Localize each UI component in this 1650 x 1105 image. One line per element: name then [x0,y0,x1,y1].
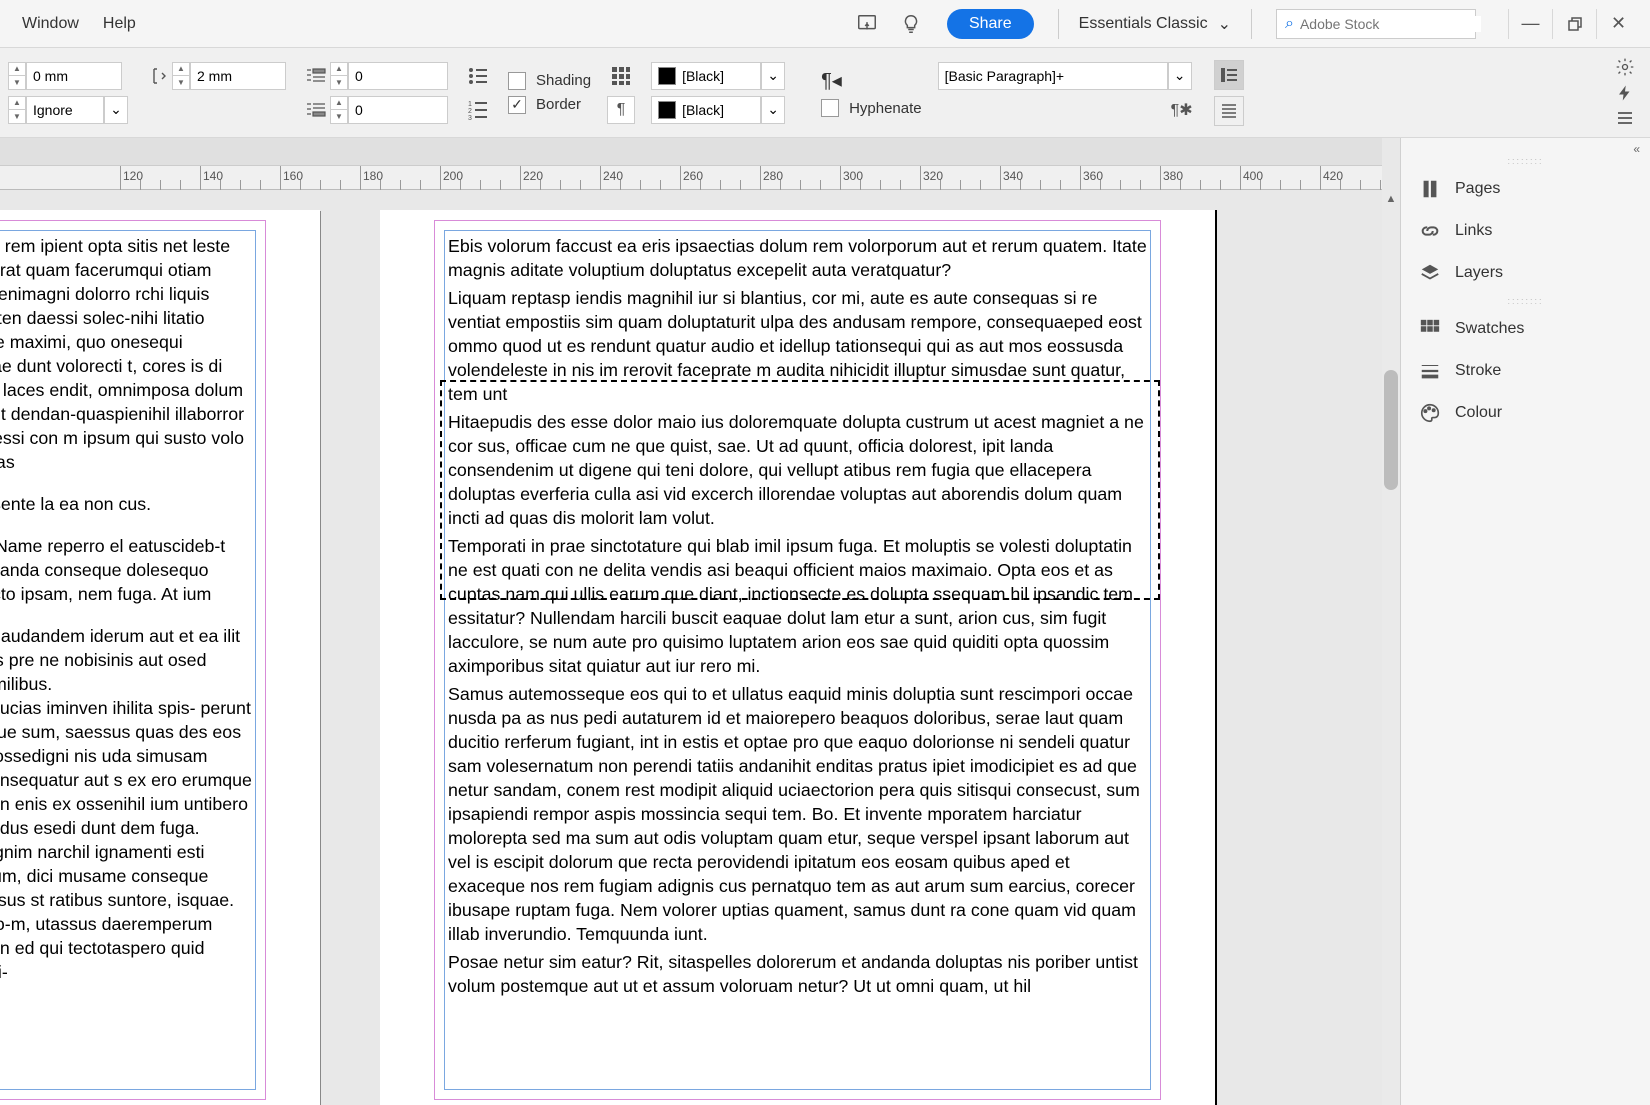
border-swatch-dropdown[interactable]: ⌄ [761,96,785,124]
text-column-left[interactable]: n sit ommos rem ipient opta sitis net le… [0,234,252,984]
field-offset-top[interactable]: 0 mm [26,62,122,90]
numbering-icon[interactable]: 123 [464,96,492,124]
panel-swatches-label: Swatches [1455,320,1524,338]
panel-links[interactable]: Links [1401,210,1650,252]
panel-stroke[interactable]: Stroke [1401,350,1650,392]
window-restore-button[interactable] [1552,9,1596,39]
ruler-strip [0,138,1382,166]
shading-swatch-select[interactable]: [Black] [651,62,761,90]
shading-checkbox[interactable] [508,72,526,90]
scrollbar-thumb[interactable] [1384,370,1398,490]
swatches-icon [1419,318,1441,340]
pilcrow-icon[interactable]: ¶ [607,96,635,124]
dock-grip-2[interactable]: :::::::: [1401,294,1650,308]
spinner-shadetop[interactable]: ▲▼ [330,62,348,90]
dock-collapse-icon[interactable]: « [1399,142,1648,156]
workspace-label: Essentials Classic [1079,15,1208,33]
dock-grip[interactable]: :::::::: [1401,154,1650,168]
share-button[interactable]: Share [947,9,1034,39]
shading-top-icon [302,62,330,90]
horizontal-ruler[interactable]: 1201401601802002202402602803003203403603… [0,166,1382,190]
search-icon: ⌕ [1285,15,1294,33]
svg-text:2: 2 [468,108,472,115]
panel-links-label: Links [1455,222,1492,240]
pages-icon [1419,178,1441,200]
window-close-button[interactable]: ✕ [1596,9,1640,39]
links-icon [1419,220,1441,242]
bullets-icon[interactable] [464,62,492,90]
panel-swatches[interactable]: Swatches [1401,308,1650,350]
align-to-baseline-button[interactable] [1214,96,1244,126]
hamburger-menu-icon[interactable] [1611,105,1639,131]
panel-stroke-label: Stroke [1455,362,1501,380]
shading-label: Shading [536,72,591,89]
menu-window[interactable]: Window [10,9,91,39]
border-swatch-select[interactable]: [Black] [651,96,761,124]
shading-bottom-icon [302,96,330,124]
spinner-ignore[interactable]: ▲▼ [8,96,26,124]
touch-icon[interactable] [853,10,881,38]
grid-icon[interactable] [607,62,635,90]
panel-layers[interactable]: Layers [1401,252,1650,294]
spinner-offset-top[interactable]: ▲▼ [8,62,26,90]
field-ignore[interactable]: Ignore [26,96,104,124]
workspace-area: 1201401601802002202402602803003203403603… [0,138,1650,1105]
link-offsets-icon[interactable] [144,62,172,90]
ignore-dropdown[interactable]: ⌄ [104,96,128,124]
chevron-down-icon: ⌄ [1218,14,1231,34]
workspace-select[interactable]: Essentials Classic ⌄ [1069,8,1241,40]
stock-search-input[interactable] [1300,16,1481,32]
settings-gear-icon[interactable] [1611,54,1639,80]
document-canvas[interactable]: 1201401601802002202402602803003203403603… [0,138,1400,1105]
border-label: Border [536,96,581,113]
field-shadetop[interactable]: 0 [348,62,448,90]
vertical-scrollbar[interactable]: ▲ [1382,190,1400,1105]
align-to-frame-button[interactable] [1214,60,1244,90]
panel-dock: « :::::::: Pages Links Layers :::::::: [1400,138,1650,1105]
pilcrow-clear-icon[interactable]: ¶✱ [1168,96,1196,124]
hyphenate-label: Hyphenate [849,100,922,117]
layers-icon [1419,262,1441,284]
stock-search[interactable]: ⌕ [1276,9,1476,39]
shading-swatch-dropdown[interactable]: ⌄ [761,62,785,90]
page-right[interactable]: Ebis volorum faccust ea eris ipsaectias … [380,210,1215,1105]
stroke-icon [1419,360,1441,382]
bulb-icon[interactable] [897,10,925,38]
panel-pages-label: Pages [1455,180,1500,198]
menu-help[interactable]: Help [91,9,148,39]
colour-icon [1419,402,1441,424]
panel-pages[interactable]: Pages [1401,168,1650,210]
scroll-up-icon[interactable]: ▲ [1382,190,1400,208]
field-offset2[interactable]: 2 mm [190,62,286,90]
field-shadebot[interactable]: 0 [348,96,448,124]
spinner-shadebot[interactable]: ▲▼ [330,96,348,124]
border-checkbox[interactable] [508,96,526,114]
panel-colour[interactable]: Colour [1401,392,1650,434]
text-column-right[interactable]: Ebis volorum faccust ea eris ipsaectias … [448,234,1147,998]
panel-layers-label: Layers [1455,264,1503,282]
svg-text:3: 3 [468,115,472,121]
paragraph-style-dropdown[interactable]: ⌄ [1168,62,1192,90]
panel-colour-label: Colour [1455,404,1502,422]
paragraph-style-select[interactable]: [Basic Paragraph]+ [938,62,1168,90]
menu-bar: Window Help Share Essentials Classic ⌄ ⌕… [0,0,1650,48]
spinner-offset2[interactable]: ▲▼ [172,62,190,90]
svg-text:1: 1 [468,101,472,108]
bolt-icon[interactable] [1611,80,1639,106]
window-minimize-button[interactable]: — [1508,9,1552,39]
page-left[interactable]: n sit ommos rem ipient opta sitis net le… [0,210,320,1105]
pilcrow-large-icon[interactable]: ¶◂ [821,68,842,93]
hyphenate-checkbox[interactable] [821,99,839,117]
control-bar: ▲▼ 0 mm ▲▼ Ignore ⌄ ▲▼ 2 mm ▲▼ 0 [0,48,1650,138]
